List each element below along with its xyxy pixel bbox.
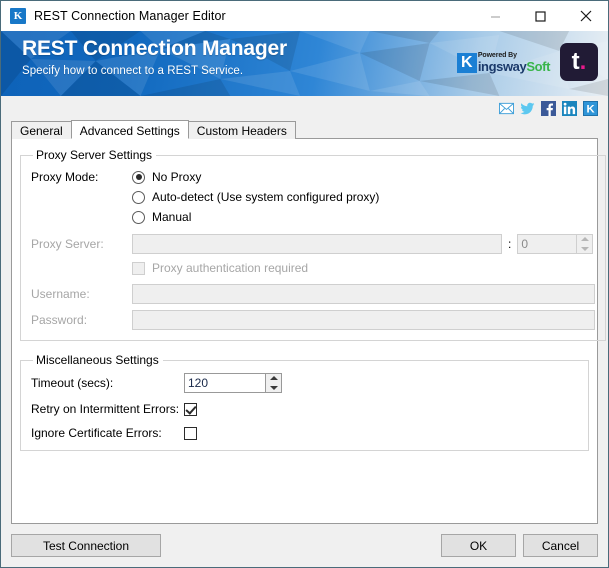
- proxy-username-row: Username:: [31, 284, 595, 304]
- proxy-username-label: Username:: [31, 287, 90, 301]
- facebook-icon[interactable]: [541, 100, 556, 116]
- port-separator: :: [508, 237, 512, 251]
- title-bar: K REST Connection Manager Editor: [1, 1, 608, 31]
- proxy-port-stepper[interactable]: 0: [517, 234, 594, 254]
- proxy-mode-option-no-proxy[interactable]: No Proxy: [132, 170, 379, 184]
- radio-no-proxy-label: No Proxy: [152, 170, 202, 184]
- proxy-password-label: Password:: [31, 313, 88, 327]
- timeout-input[interactable]: 120: [184, 373, 265, 393]
- radio-manual-label: Manual: [152, 210, 192, 224]
- ignore-certificate-errors-row: Ignore Certificate Errors:: [31, 426, 578, 440]
- radio-auto-detect-label: Auto-detect (Use system configured proxy…: [152, 190, 380, 204]
- social-links-row: K: [1, 96, 608, 120]
- advanced-settings-panel: Proxy Server Settings Proxy Mode: No Pro…: [11, 138, 606, 524]
- radio-no-proxy-icon[interactable]: [132, 170, 145, 184]
- timeout-stepper-buttons[interactable]: [265, 373, 282, 393]
- rest-connection-manager-editor-window: K REST Connection Manager Editor REST Co…: [0, 0, 609, 568]
- proxy-port-decrement-button[interactable]: [577, 245, 592, 254]
- retry-on-intermittent-errors-checkbox[interactable]: [184, 402, 197, 416]
- banner-text-block: REST Connection Manager Specify how to c…: [22, 37, 287, 78]
- cancel-button[interactable]: Cancel: [523, 534, 598, 557]
- radio-auto-detect-icon[interactable]: [132, 190, 145, 204]
- proxy-username-input[interactable]: [132, 284, 595, 304]
- banner-title: REST Connection Manager: [22, 37, 287, 60]
- tab-custom-headers[interactable]: Custom Headers: [187, 121, 296, 139]
- kingswaysoft-logo-k: K: [456, 52, 477, 73]
- wordmark-soft: Soft: [526, 59, 550, 74]
- powered-by-label: Powered By: [477, 52, 517, 59]
- test-connection-button[interactable]: Test Connection: [11, 534, 161, 557]
- proxy-port-increment-button[interactable]: [577, 235, 592, 245]
- svg-text:K: K: [586, 103, 595, 115]
- timeout-label: Timeout (secs):: [31, 376, 114, 390]
- product-banner: REST Connection Manager Specify how to c…: [1, 31, 608, 96]
- close-button[interactable]: [563, 1, 608, 31]
- wordmark-kingsway: ingsway: [477, 59, 527, 74]
- retry-row: Retry on Intermittent Errors:: [31, 402, 578, 416]
- kingswaysoft-logo: K Powered By ingswaySoft: [456, 52, 551, 74]
- maximize-button[interactable]: [518, 1, 563, 31]
- timeout-decrement-button[interactable]: [266, 384, 281, 393]
- window-title: REST Connection Manager Editor: [34, 9, 226, 23]
- timeout-stepper[interactable]: 120: [184, 373, 282, 393]
- kingswaysoft-icon[interactable]: K: [583, 100, 598, 116]
- radio-manual-icon[interactable]: [132, 210, 145, 224]
- proxy-auth-row: Proxy authentication required: [31, 261, 595, 275]
- proxy-mode-option-manual[interactable]: Manual: [132, 210, 379, 224]
- proxy-password-row: Password:: [31, 310, 595, 330]
- proxy-server-row: Proxy Server: : 0: [31, 234, 595, 254]
- proxy-authentication-required-checkbox[interactable]: [132, 261, 145, 275]
- kingswaysoft-k-icon: K: [10, 8, 26, 24]
- proxy-port-input[interactable]: 0: [517, 234, 577, 254]
- ignore-certificate-errors-label: Ignore Certificate Errors:: [31, 426, 162, 440]
- proxy-mode-radio-group: No Proxy Auto-detect (Use system configu…: [132, 168, 379, 224]
- linkedin-icon[interactable]: [562, 100, 577, 116]
- ok-button[interactable]: OK: [441, 534, 516, 557]
- timeout-row: Timeout (secs): 120: [31, 373, 578, 393]
- dialog-footer: Test Connection OK Cancel: [1, 524, 608, 567]
- minimize-button[interactable]: [473, 1, 518, 31]
- retry-label: Retry on Intermittent Errors:: [31, 402, 180, 416]
- product-tile-letter: t: [571, 48, 580, 75]
- ignore-certificate-errors-checkbox[interactable]: [184, 426, 197, 440]
- proxy-server-label: Proxy Server:: [31, 237, 104, 251]
- kingswaysoft-wordmark: ingswaySoft: [477, 59, 551, 74]
- miscellaneous-settings-group: Miscellaneous Settings Timeout (secs): 1…: [20, 353, 589, 451]
- proxy-mode-option-auto-detect[interactable]: Auto-detect (Use system configured proxy…: [132, 190, 379, 204]
- proxy-server-settings-legend: Proxy Server Settings: [36, 148, 153, 162]
- proxy-authentication-required-label: Proxy authentication required: [152, 261, 309, 275]
- timeout-increment-button[interactable]: [266, 374, 281, 384]
- proxy-server-settings-group: Proxy Server Settings Proxy Mode: No Pro…: [20, 148, 606, 341]
- proxy-port-stepper-buttons[interactable]: [576, 234, 594, 254]
- product-tile-dot: .: [579, 48, 587, 75]
- tab-general[interactable]: General: [11, 121, 72, 139]
- tab-strip: General Advanced Settings Custom Headers: [1, 120, 608, 139]
- tab-advanced-settings[interactable]: Advanced Settings: [70, 120, 189, 139]
- proxy-password-input[interactable]: [132, 310, 595, 330]
- product-tile-logo: t.: [560, 43, 598, 81]
- proxy-server-input[interactable]: [132, 234, 502, 254]
- proxy-mode-row: Proxy Mode: No Proxy Auto-detect (Use sy…: [31, 168, 595, 224]
- banner-subtitle: Specify how to connect to a REST Service…: [22, 65, 244, 78]
- miscellaneous-settings-legend: Miscellaneous Settings: [36, 353, 159, 367]
- window-controls: [473, 1, 608, 31]
- proxy-mode-label: Proxy Mode:: [31, 170, 99, 184]
- kingswaysoft-logo-text: Powered By ingswaySoft: [477, 52, 551, 74]
- twitter-icon[interactable]: [520, 101, 535, 116]
- email-icon[interactable]: [499, 101, 514, 116]
